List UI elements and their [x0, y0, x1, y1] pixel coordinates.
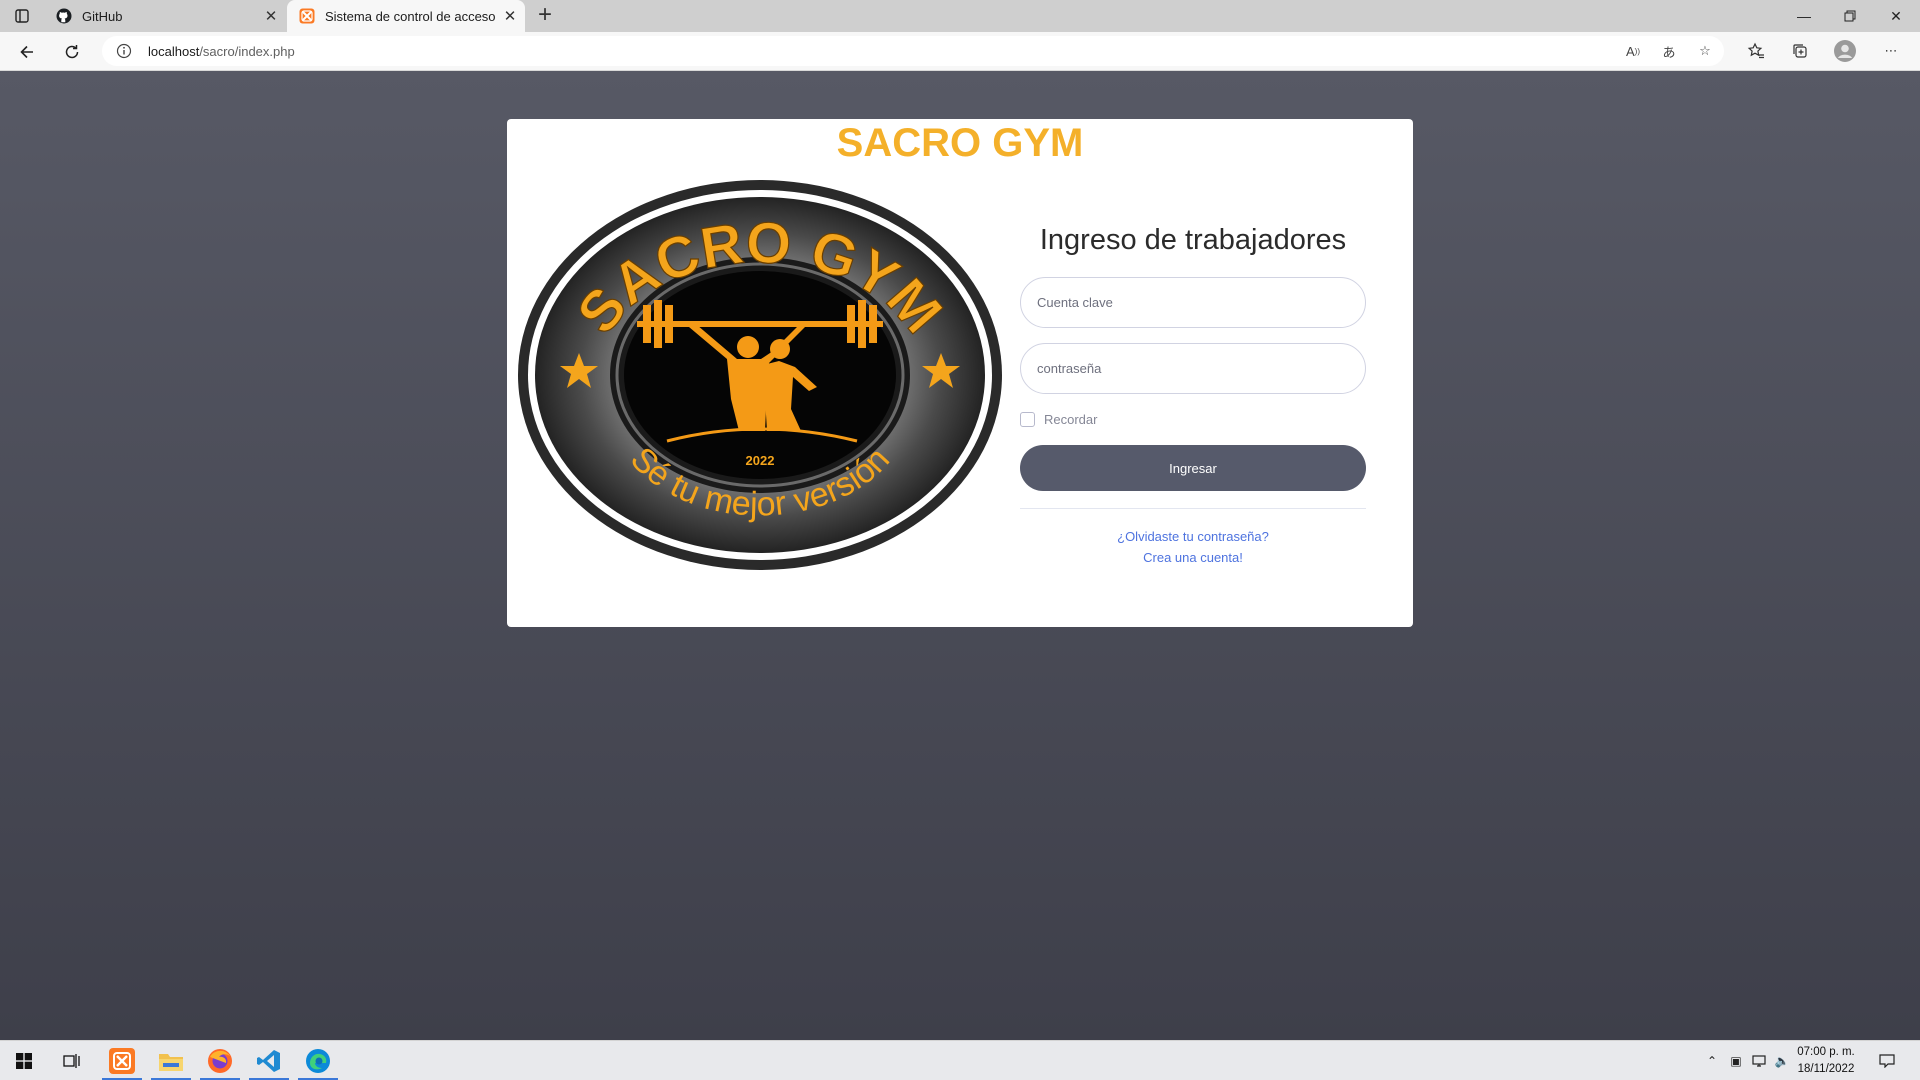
xampp-icon[interactable] [98, 1041, 146, 1080]
windows-taskbar: ⌃ ▣ 🔈 07:00 p. m. 18/11/2022 [0, 1040, 1920, 1080]
tab-label: Sistema de control de accesos - [325, 8, 495, 24]
volume-icon[interactable]: 🔈 [1773, 1053, 1791, 1069]
add-favorite-icon[interactable]: ☆ [1694, 40, 1716, 62]
xampp-icon [299, 8, 315, 24]
notifications-icon[interactable] [1878, 1053, 1896, 1069]
login-title: Ingreso de trabajadores [1039, 224, 1347, 256]
more-options-icon[interactable]: ⋯ [1880, 40, 1902, 62]
favorites-icon[interactable] [1745, 40, 1767, 62]
login-card: SACRO GYM SACRO GYM Sé tu mejor versión … [507, 119, 1413, 627]
account-key-input[interactable] [1020, 277, 1366, 328]
tab-sistema-control-accesos[interactable]: Sistema de control de accesos - ✕ [287, 0, 525, 32]
brand-title: SACRO GYM [836, 121, 1084, 165]
forgot-password-link[interactable]: ¿Olvidaste tu contraseña? [1020, 529, 1366, 544]
create-account-link[interactable]: Crea una cuenta! [1020, 550, 1366, 565]
remember-label: Recordar [1044, 411, 1098, 427]
page-background: SACRO GYM SACRO GYM Sé tu mejor versión … [0, 71, 1920, 1040]
remember-me[interactable]: Recordar [1020, 409, 1366, 429]
system-clock[interactable]: 07:00 p. m. 18/11/2022 [1790, 1044, 1862, 1078]
github-icon [56, 8, 72, 24]
url-host: localhost [148, 44, 200, 59]
file-explorer-icon[interactable] [147, 1041, 195, 1080]
site-info-icon[interactable] [116, 43, 132, 59]
windows-start-icon[interactable] [0, 1041, 48, 1080]
tab-github[interactable]: GitHub ✕ [44, 0, 286, 32]
clock-time: 07:00 p. m. [1797, 1046, 1855, 1058]
new-tab-icon[interactable]: + [532, 3, 558, 29]
profile-avatar-icon[interactable] [1834, 40, 1856, 62]
meeting-icon[interactable]: ▣ [1727, 1053, 1745, 1069]
reload-icon[interactable] [58, 38, 86, 66]
clock-date: 18/11/2022 [1797, 1063, 1855, 1075]
network-icon[interactable] [1750, 1053, 1768, 1069]
address-bar[interactable]: localhost/sacro/index.php [102, 36, 1724, 66]
edge-icon[interactable] [294, 1041, 342, 1080]
login-form: Ingreso de trabajadores Recordar Ingresa… [1020, 224, 1366, 565]
minimize-icon[interactable]: — [1781, 0, 1827, 32]
translate-icon[interactable]: あ [1658, 40, 1680, 62]
firefox-icon[interactable] [196, 1041, 244, 1080]
collections-icon[interactable] [1789, 40, 1811, 62]
tab-actions-icon[interactable] [14, 8, 30, 24]
url-path: /sacro/index.php [199, 44, 295, 59]
sacro-gym-logo: SACRO GYM Sé tu mejor versión 2022 [518, 180, 1002, 570]
show-hidden-icons-icon[interactable]: ⌃ [1703, 1053, 1721, 1069]
login-button[interactable]: Ingresar [1020, 445, 1366, 491]
password-input[interactable] [1020, 343, 1366, 394]
form-divider [1020, 508, 1366, 509]
tab-label: GitHub [82, 8, 123, 24]
read-aloud-icon[interactable]: A)) [1622, 40, 1644, 62]
close-tab-icon[interactable]: ✕ [495, 7, 525, 25]
browser-tab-strip: GitHub ✕ Sistema de control de accesos -… [0, 0, 1920, 32]
vscode-icon[interactable] [245, 1041, 293, 1080]
url-text[interactable]: localhost/sacro/index.php [148, 44, 295, 59]
restore-icon[interactable] [1827, 0, 1873, 32]
browser-toolbar: localhost/sacro/index.php A)) あ ☆ ⋯ [0, 32, 1920, 71]
back-icon[interactable] [13, 38, 41, 66]
logo-year: 2022 [746, 453, 775, 468]
close-tab-icon[interactable]: ✕ [256, 7, 286, 25]
close-window-icon[interactable]: ✕ [1873, 0, 1919, 32]
remember-checkbox[interactable] [1020, 411, 1035, 427]
task-view-icon[interactable] [48, 1041, 96, 1080]
